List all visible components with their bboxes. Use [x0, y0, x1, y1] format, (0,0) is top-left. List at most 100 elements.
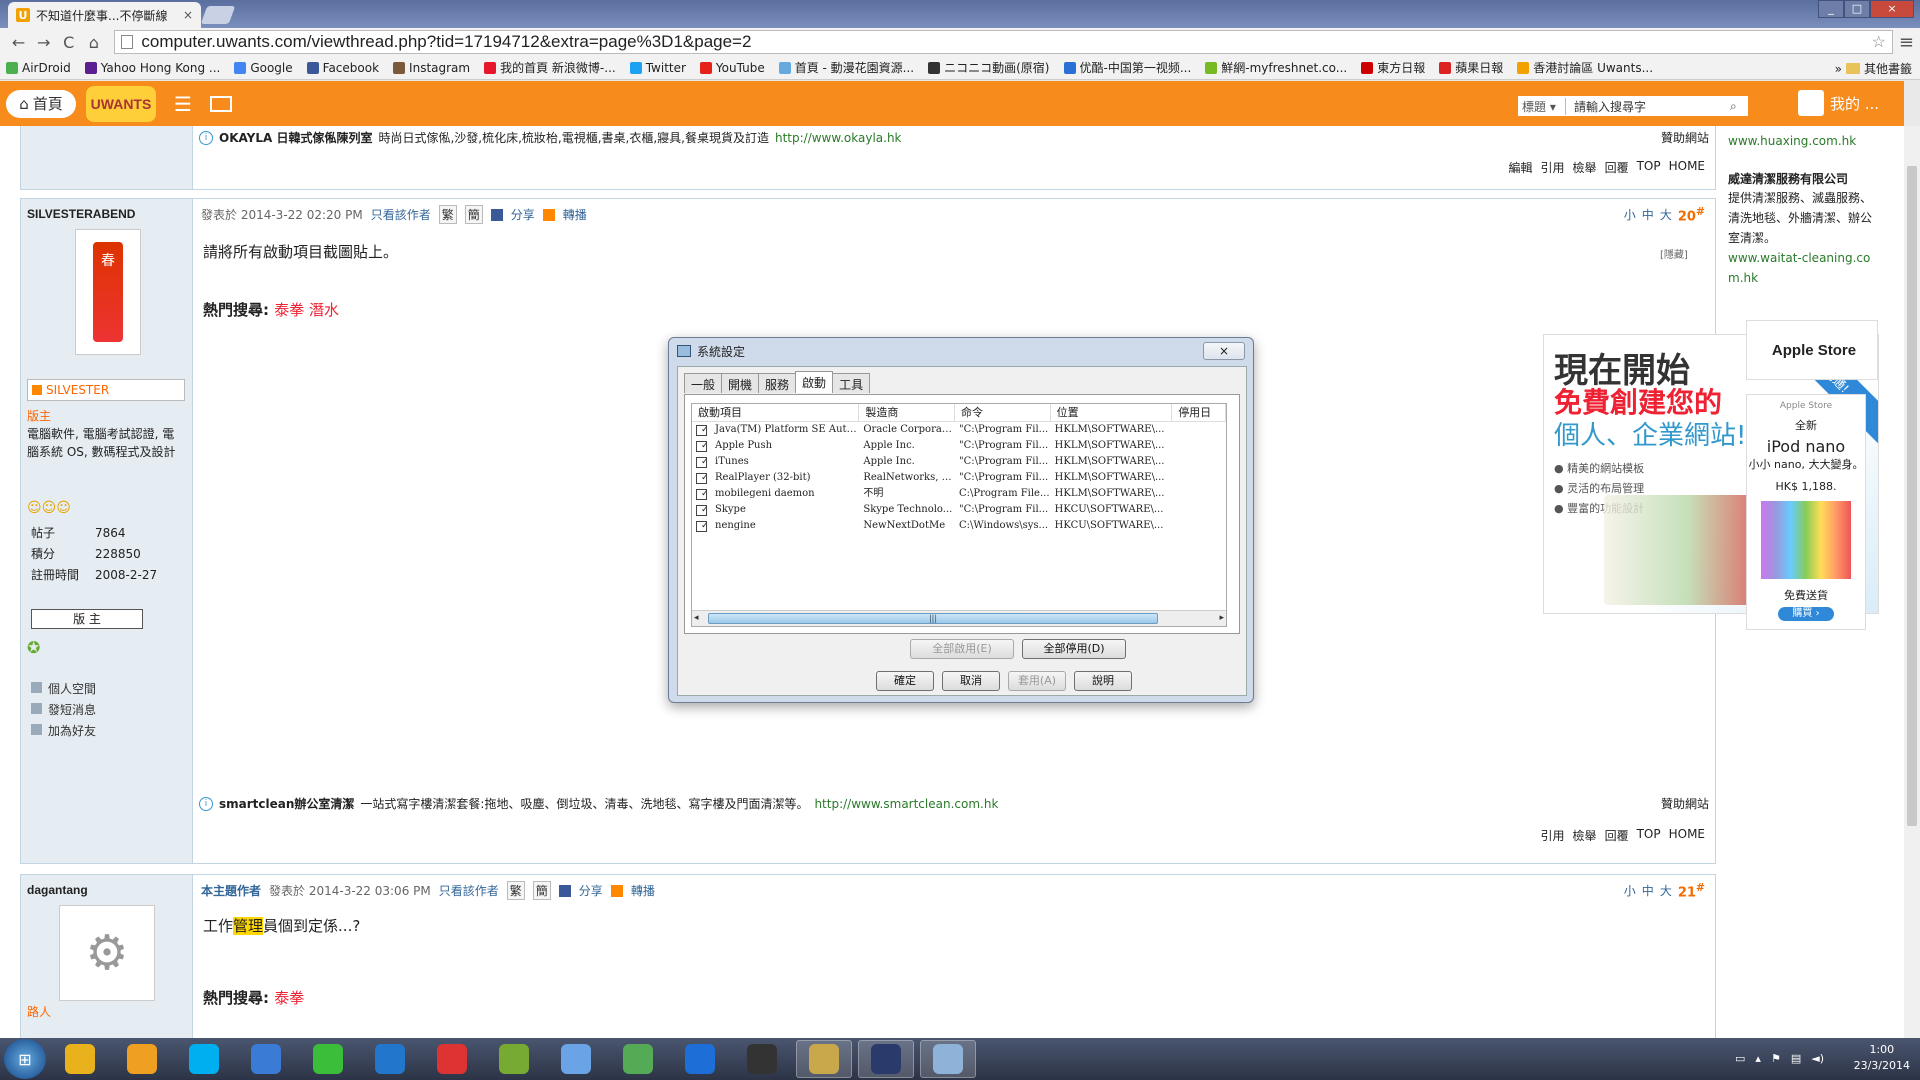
startup-row[interactable]: ✓ iTunes Apple Inc. "C:\Program Fil... HKLM\…: [692, 454, 1226, 470]
help-button[interactable]: 說明: [1074, 671, 1132, 691]
font-large-link[interactable]: 大: [1660, 882, 1672, 899]
taskbar-app-lol-1[interactable]: [796, 1040, 852, 1078]
post-action-link[interactable]: 回覆: [1605, 159, 1629, 176]
font-small-link[interactable]: 小: [1624, 206, 1636, 223]
username[interactable]: dagantang: [27, 883, 88, 897]
taskbar-app-teamviewer[interactable]: [672, 1040, 728, 1078]
new-tab-button[interactable]: [200, 6, 236, 24]
share-link[interactable]: 分享: [511, 206, 535, 223]
bookmark-star-icon[interactable]: ☆: [1872, 32, 1886, 52]
enabled-checkbox[interactable]: ✓: [696, 504, 707, 516]
ipod-buy-button[interactable]: 購買 ›: [1778, 607, 1834, 621]
taskbar-app-app-v[interactable]: [486, 1040, 542, 1078]
font-medium-link[interactable]: 中: [1642, 206, 1654, 223]
uwants-logo[interactable]: UWANTS: [86, 85, 156, 122]
dialog-titlebar[interactable]: 系統設定 ×: [669, 338, 1253, 364]
bookmark-item[interactable]: 蘋果日報: [1439, 59, 1503, 76]
minimize-button[interactable]: _: [1818, 0, 1844, 18]
ok-button[interactable]: 確定: [876, 671, 934, 691]
col-location[interactable]: 位置: [1051, 404, 1173, 421]
bookmark-item[interactable]: Instagram: [393, 61, 470, 75]
bookmark-item[interactable]: 東方日報: [1361, 59, 1425, 76]
dialog-tab[interactable]: 啟動: [795, 371, 834, 393]
enabled-checkbox[interactable]: ✓: [696, 472, 707, 484]
simplified-button[interactable]: 簡: [464, 205, 483, 224]
avatar[interactable]: ⚙: [59, 905, 155, 1001]
enable-all-button[interactable]: 全部啟用(E): [910, 639, 1014, 659]
bookmark-item[interactable]: 我的首頁 新浪微博-...: [484, 59, 616, 76]
floor-number[interactable]: 20#: [1678, 205, 1705, 224]
disable-all-button[interactable]: 全部停用(D): [1022, 639, 1126, 659]
list-hscrollbar[interactable]: ◂ ||| ▸: [692, 610, 1226, 626]
home-icon[interactable]: ⌂: [81, 33, 106, 52]
font-medium-link[interactable]: 中: [1642, 882, 1654, 899]
username[interactable]: SILVESTERABEND: [27, 207, 135, 221]
col-command[interactable]: 命令: [955, 404, 1051, 421]
taskbar-app-app-red[interactable]: [424, 1040, 480, 1078]
taskbar-app-skype[interactable]: [176, 1040, 232, 1078]
only-author-link[interactable]: 只看該作者: [371, 206, 431, 223]
enabled-checkbox[interactable]: ✓: [696, 488, 707, 500]
startup-row[interactable]: ✓ Skype Skype Technolo... "C:\Program Fil..…: [692, 502, 1226, 518]
post-action-link[interactable]: TOP: [1637, 159, 1661, 176]
bookmark-item[interactable]: 首頁 - 動漫花園資源...: [778, 59, 914, 76]
bookmark-item[interactable]: Twitter: [629, 61, 686, 75]
startup-row[interactable]: ✓ Java(TM) Platform SE Auto ...Oracle Cor…: [692, 422, 1226, 438]
post-action-link[interactable]: HOME: [1669, 827, 1705, 844]
home-button[interactable]: ⌂ 首頁: [6, 89, 76, 118]
ad-title[interactable]: smartclean辦公室清潔: [219, 795, 354, 812]
dialog-tab[interactable]: 一般: [684, 373, 723, 393]
url-text[interactable]: computer.uwants.com/viewthread.php?tid=1…: [141, 32, 751, 52]
font-large-link[interactable]: 大: [1660, 206, 1672, 223]
startup-row[interactable]: ✓ Apple Push Apple Inc. "C:\Program Fil... H…: [692, 438, 1226, 454]
bookmark-item[interactable]: YouTube: [699, 61, 765, 75]
search-type-select[interactable]: 標題 ▾: [1518, 97, 1566, 115]
user-link[interactable]: 發短消息: [31, 700, 96, 721]
hot-search-terms[interactable]: 泰拳 潛水: [274, 301, 339, 319]
bookmark-item[interactable]: AirDroid: [6, 61, 71, 75]
dialog-tab[interactable]: 開機: [721, 373, 760, 393]
taskbar-app-chrome[interactable]: [52, 1040, 108, 1078]
post-action-link[interactable]: 回覆: [1605, 827, 1629, 844]
reload-icon[interactable]: C: [56, 33, 81, 52]
search-icon[interactable]: ⌕: [1730, 99, 1748, 114]
ad-report-link[interactable]: [隱藏]: [1660, 246, 1688, 261]
flag-icon[interactable]: ⚑: [1771, 1052, 1781, 1065]
user-link[interactable]: 加為好友: [31, 721, 96, 742]
search-input[interactable]: 請輸入搜尋字: [1566, 98, 1730, 115]
waitat-link[interactable]: www.waitat-cleaning.com.hk: [1728, 248, 1878, 288]
page-scrollbar[interactable]: [1904, 126, 1920, 1038]
post-action-link[interactable]: 編輯: [1509, 159, 1533, 176]
ipod-nano-ad[interactable]: Apple Store 全新 iPod nano 小小 nano, 大大變身。 …: [1746, 394, 1866, 630]
bookmark-item[interactable]: Yahoo Hong Kong ...: [84, 61, 220, 75]
forward-link[interactable]: 轉播: [563, 206, 587, 223]
post-action-link[interactable]: 檢舉: [1573, 827, 1597, 844]
tab-close-icon[interactable]: ×: [183, 8, 193, 22]
only-author-link[interactable]: 只看該作者: [439, 882, 499, 899]
waitat-title[interactable]: 威達清潔服務有限公司: [1728, 170, 1848, 187]
taskbar-app-lol-2[interactable]: [858, 1040, 914, 1078]
address-bar[interactable]: computer.uwants.com/viewthread.php?tid=1…: [114, 30, 1893, 54]
ad-link[interactable]: http://www.smartclean.com.hk: [814, 797, 998, 811]
clock[interactable]: 1:00 23/3/2014: [1854, 1042, 1910, 1074]
post-action-link[interactable]: 檢舉: [1573, 159, 1597, 176]
hscroll-thumb[interactable]: |||: [708, 613, 1158, 624]
scroll-left-icon[interactable]: ◂: [694, 613, 699, 623]
enabled-checkbox[interactable]: ✓: [696, 520, 707, 532]
tray-arrow-icon[interactable]: ▴: [1755, 1052, 1761, 1065]
user-link[interactable]: 個人空間: [31, 679, 96, 700]
bookmark-item[interactable]: 香港討論區 Uwants...: [1517, 59, 1653, 76]
window-icon[interactable]: [209, 95, 232, 112]
dialog-tab[interactable]: 工具: [832, 373, 871, 393]
dialog-close-button[interactable]: ×: [1203, 342, 1245, 360]
bookmark-item[interactable]: ニコニコ動画(原宿): [928, 59, 1050, 76]
taskbar-app-syscfg[interactable]: [920, 1040, 976, 1078]
startup-row[interactable]: ✓ mobilegeni daemon 不明 C:\Program File... HK…: [692, 486, 1226, 502]
scrollbar-thumb[interactable]: [1907, 166, 1917, 826]
chrome-menu-icon[interactable]: ≡: [1899, 32, 1914, 53]
col-item[interactable]: 啟動項目: [692, 404, 860, 421]
hamburger-menu-icon[interactable]: ☰: [174, 92, 192, 116]
user-badge[interactable]: SILVESTER: [27, 379, 185, 401]
my-account-button[interactable]: 我的 ...: [1798, 90, 1879, 116]
startup-row[interactable]: ✓ RealPlayer (32-bit) RealNetworks, I... "C…: [692, 470, 1226, 486]
